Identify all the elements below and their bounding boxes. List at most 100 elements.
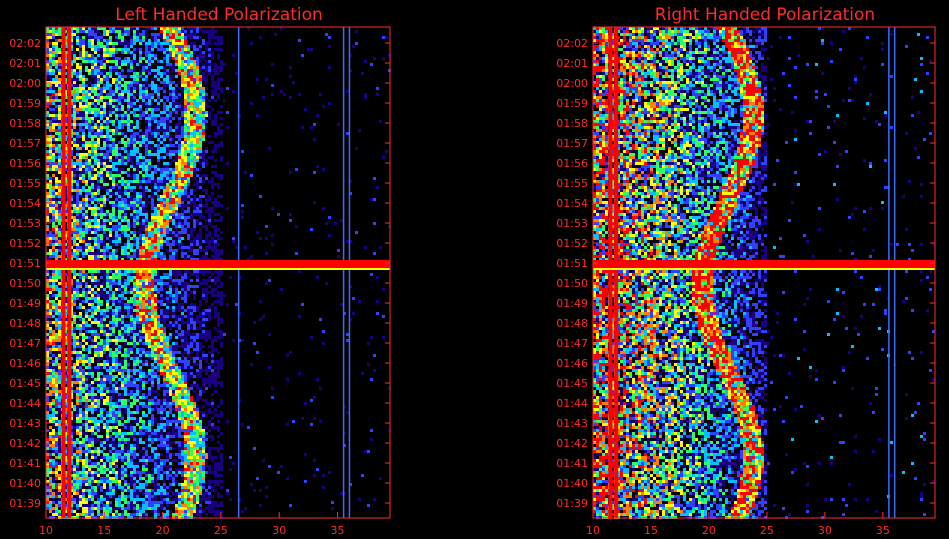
spectrogram-cell xyxy=(82,108,85,111)
spectrogram-cell xyxy=(109,204,112,207)
spectrogram-cell xyxy=(49,177,52,180)
spectrogram-cell xyxy=(91,30,94,33)
spectrogram-cell xyxy=(106,213,109,216)
spectrogram-cell xyxy=(160,33,163,36)
spectrogram-cell xyxy=(160,36,163,39)
spectrogram-cell xyxy=(124,90,127,93)
spectrogram-cell xyxy=(184,273,187,276)
spectrogram-cell xyxy=(79,51,82,54)
spectrogram-cell xyxy=(133,132,136,135)
spectrogram-cell xyxy=(112,240,115,243)
spectrogram-cell xyxy=(115,243,118,246)
spectrogram-cell xyxy=(175,228,178,231)
spectrogram-cell xyxy=(82,306,85,309)
spectrogram-cell xyxy=(265,252,268,255)
spectrogram-cell xyxy=(160,42,163,45)
spectrogram-cell xyxy=(166,291,169,294)
spectrogram-cell xyxy=(160,156,163,159)
spectrogram-cell xyxy=(175,201,178,204)
spectrogram-cell xyxy=(118,234,121,237)
spectrogram-cell xyxy=(202,174,205,177)
spectrogram-cell xyxy=(76,111,79,114)
spectrogram-cell xyxy=(163,60,166,63)
spectrogram-cell xyxy=(109,93,112,96)
spectrogram-cell xyxy=(130,132,133,135)
spectrogram-cell xyxy=(136,87,139,90)
spectrogram-cell xyxy=(121,132,124,135)
spectrogram-cell xyxy=(55,147,58,150)
spectrogram-cell xyxy=(163,201,166,204)
spectrogram-cell xyxy=(151,255,154,258)
spectrogram-cell xyxy=(85,45,88,48)
spectrogram-cell xyxy=(166,168,169,171)
spectrogram-cell xyxy=(193,72,196,75)
spectrogram-cell xyxy=(139,276,142,279)
spectrogram-cell xyxy=(187,171,190,174)
spectrogram-cell xyxy=(76,99,79,102)
spectrogram-cell xyxy=(169,39,172,42)
spectrogram-cell xyxy=(148,174,151,177)
spectrogram-cell xyxy=(88,315,91,318)
spectrogram-cell xyxy=(52,84,55,87)
spectrogram-cell xyxy=(214,72,217,75)
spectrogram-cell xyxy=(220,144,223,147)
spectrogram-cell xyxy=(124,45,127,48)
spectrogram-cell xyxy=(79,327,82,330)
spectrogram-cell xyxy=(103,222,106,225)
spectrogram-cell xyxy=(88,126,91,129)
spectrogram-cell xyxy=(145,147,148,150)
spectrogram-cell xyxy=(169,129,172,132)
spectrogram-cell xyxy=(220,273,223,276)
spectrogram-cell xyxy=(211,108,214,111)
spectrogram-cell xyxy=(52,312,55,315)
spectrogram-cell xyxy=(58,204,61,207)
spectrogram-cell xyxy=(49,228,52,231)
spectrogram-cell xyxy=(121,138,124,141)
spectrogram-cell xyxy=(139,93,142,96)
spectrogram-cell xyxy=(217,72,220,75)
spectrogram-cell xyxy=(175,195,178,198)
spectrogram-cell xyxy=(199,135,202,138)
spectrogram-cell xyxy=(109,168,112,171)
spectrogram-cell xyxy=(250,174,253,177)
spectrogram-cell xyxy=(130,45,133,48)
spectrogram-cell xyxy=(85,240,88,243)
spectrogram-cell xyxy=(97,213,100,216)
spectrogram-cell xyxy=(220,36,223,39)
spectrogram-cell xyxy=(184,135,187,138)
spectrogram-cell xyxy=(100,174,103,177)
spectrogram-cell xyxy=(85,153,88,156)
spectrogram-cell xyxy=(127,150,130,153)
spectrogram-cell xyxy=(205,288,208,291)
spectrogram-cell xyxy=(85,114,88,117)
spectrogram-cell xyxy=(280,288,283,291)
spectrogram-cell xyxy=(157,48,160,51)
spectrogram-cell xyxy=(118,189,121,192)
spectrogram-cell xyxy=(358,129,361,132)
spectrogram-cell xyxy=(127,33,130,36)
spectrogram-cell xyxy=(91,327,94,330)
spectrogram-cell xyxy=(355,231,358,234)
spectrogram-cell xyxy=(91,279,94,282)
spectrogram-cell xyxy=(154,228,157,231)
spectrogram-cell xyxy=(112,270,115,273)
spectrogram-cell xyxy=(163,120,166,123)
spectrogram-cell xyxy=(106,249,109,252)
spectrogram-cell xyxy=(172,207,175,210)
spectrogram-cell xyxy=(127,45,130,48)
spectrogram-cell xyxy=(136,315,139,318)
spectrogram-cell xyxy=(151,195,154,198)
spectrogram-cell xyxy=(85,180,88,183)
spectrogram-cell xyxy=(103,198,106,201)
spectrogram-cell xyxy=(82,105,85,108)
spectrogram-cell xyxy=(55,210,58,213)
spectrogram-cell xyxy=(187,150,190,153)
spectrogram-cell xyxy=(169,195,172,198)
spectrogram-cell xyxy=(217,228,220,231)
spectrogram-cell xyxy=(127,186,130,189)
spectrogram-cell xyxy=(166,48,169,51)
spectrogram-cell xyxy=(226,303,229,306)
spectrogram-cell xyxy=(76,186,79,189)
spectrogram-cell xyxy=(166,219,169,222)
spectrogram-cell xyxy=(163,207,166,210)
